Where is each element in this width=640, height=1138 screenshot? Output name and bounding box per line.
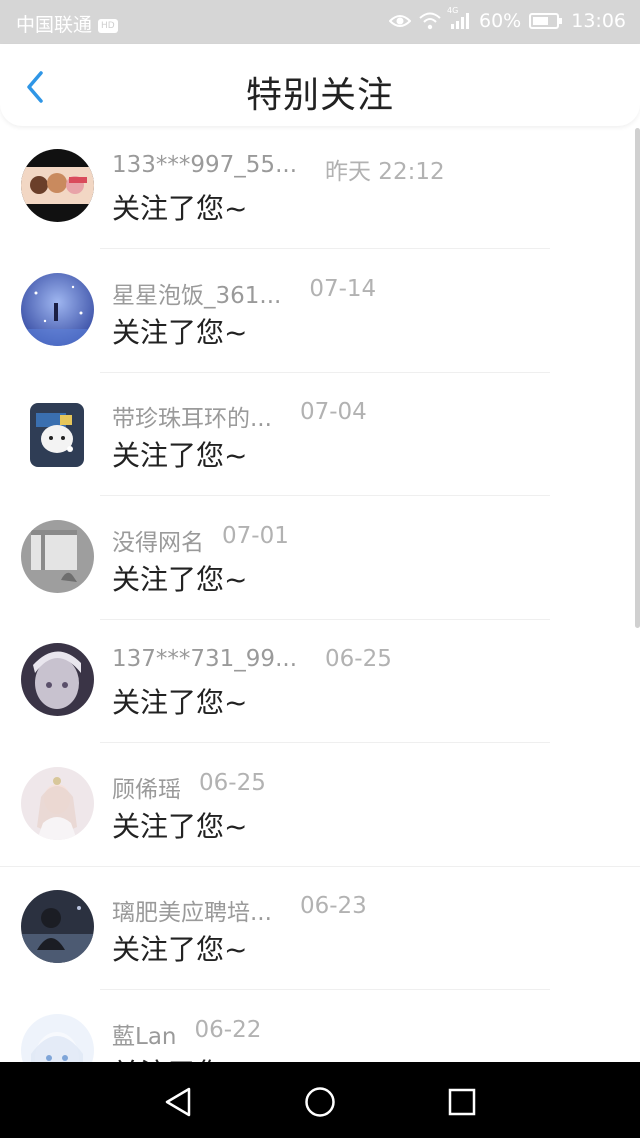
list-item[interactable]: 星星泡饭_361... 07-14 关注了您~ bbox=[0, 250, 640, 374]
user-name[interactable]: 没得网名 bbox=[112, 523, 204, 557]
clock: 13:06 bbox=[571, 10, 626, 32]
battery-icon bbox=[529, 12, 563, 30]
list-item[interactable]: 没得网名 07-01 关注了您~ bbox=[0, 497, 640, 621]
square-recents-icon bbox=[448, 1088, 476, 1116]
follow-list[interactable]: 133***997_55... 昨天 22:12 关注了您~ 星星泡饭_361..… bbox=[0, 126, 640, 1062]
item-meta: 星星泡饭_361... 07-14 bbox=[112, 276, 376, 310]
timestamp: 07-14 bbox=[309, 275, 377, 302]
avatar[interactable] bbox=[21, 1013, 94, 1062]
item-meta: 133***997_55... 昨天 22:12 bbox=[112, 152, 445, 186]
list-item[interactable]: 藍Lan 06-22 关注了您~ bbox=[0, 991, 640, 1063]
triangle-back-icon bbox=[165, 1087, 191, 1117]
list-item[interactable]: 顾俙瑶 06-25 关注了您~ bbox=[0, 744, 640, 868]
item-meta: 没得网名 07-01 bbox=[112, 523, 289, 557]
page-title: 特别关注 bbox=[245, 75, 394, 116]
nav-recents-button[interactable] bbox=[442, 1082, 482, 1122]
timestamp: 06-22 bbox=[194, 1016, 262, 1043]
list-item[interactable]: 133***997_55... 昨天 22:12 关注了您~ bbox=[0, 126, 640, 250]
user-name[interactable]: 璃肥美应聘培... bbox=[112, 893, 272, 927]
carrier-name: 中国联通 bbox=[16, 14, 93, 36]
status-icons: 4G 60% 13:06 bbox=[389, 6, 626, 32]
list-item[interactable]: 137***731_99... 06-25 关注了您~ bbox=[0, 620, 640, 744]
timestamp: 06-25 bbox=[199, 769, 266, 796]
eye-icon bbox=[389, 13, 411, 29]
avatar[interactable] bbox=[30, 403, 84, 467]
header: 特别关注 bbox=[0, 44, 640, 126]
message: 关注了您~ bbox=[112, 192, 248, 225]
signal-icon: 4G bbox=[447, 6, 471, 30]
user-name[interactable]: 133***997_55... bbox=[112, 152, 297, 186]
battery-percent: 60% bbox=[479, 10, 522, 32]
avatar[interactable] bbox=[21, 272, 94, 346]
system-nav-bar bbox=[0, 1062, 640, 1138]
message: 关注了您~ bbox=[112, 439, 248, 472]
timestamp: 昨天 22:12 bbox=[325, 159, 445, 185]
avatar[interactable] bbox=[21, 766, 94, 840]
nav-back-button[interactable] bbox=[158, 1082, 198, 1122]
message: 关注了您~ bbox=[112, 1052, 247, 1063]
wifi-icon bbox=[419, 12, 441, 30]
user-name[interactable]: 137***731_99... bbox=[112, 646, 297, 672]
message: 关注了您~ bbox=[112, 686, 248, 719]
item-meta: 藍Lan 06-22 bbox=[112, 1017, 261, 1051]
timestamp: 07-01 bbox=[222, 522, 289, 549]
network-type: 4G bbox=[447, 6, 459, 15]
circle-home-icon bbox=[305, 1087, 335, 1117]
item-meta: 137***731_99... 06-25 bbox=[112, 646, 392, 672]
nav-home-button[interactable] bbox=[300, 1082, 340, 1122]
list-item[interactable]: 璃肥美应聘培... 06-23 关注了您~ bbox=[0, 867, 640, 991]
user-name[interactable]: 藍Lan bbox=[112, 1017, 177, 1051]
message: 关注了您~ bbox=[112, 562, 248, 596]
avatar[interactable] bbox=[21, 643, 94, 716]
message: 关注了您~ bbox=[112, 933, 248, 966]
item-meta: 璃肥美应聘培... 06-23 bbox=[112, 893, 367, 927]
user-name[interactable]: 顾俙瑶 bbox=[112, 770, 181, 804]
avatar[interactable] bbox=[21, 149, 94, 222]
item-meta: 顾俙瑶 06-25 bbox=[112, 770, 266, 804]
user-name[interactable]: 带珍珠耳环的... bbox=[112, 399, 272, 433]
avatar[interactable] bbox=[21, 890, 94, 963]
timestamp: 06-23 bbox=[299, 893, 367, 919]
carrier: 中国联通 HD bbox=[16, 10, 118, 37]
timestamp: 07-04 bbox=[299, 399, 367, 425]
user-name[interactable]: 星星泡饭_361... bbox=[112, 276, 281, 310]
message: 关注了您~ bbox=[112, 315, 248, 349]
message: 关注了您~ bbox=[112, 809, 248, 843]
timestamp: 06-25 bbox=[325, 646, 392, 672]
hd-badge: HD bbox=[98, 19, 118, 33]
list-item[interactable]: 带珍珠耳环的... 07-04 关注了您~ bbox=[0, 373, 640, 497]
item-meta: 带珍珠耳环的... 07-04 bbox=[112, 399, 367, 433]
scrollbar[interactable] bbox=[635, 128, 640, 628]
avatar[interactable] bbox=[21, 519, 94, 593]
status-bar: 中国联通 HD 4G 60% 13:06 bbox=[0, 0, 640, 44]
